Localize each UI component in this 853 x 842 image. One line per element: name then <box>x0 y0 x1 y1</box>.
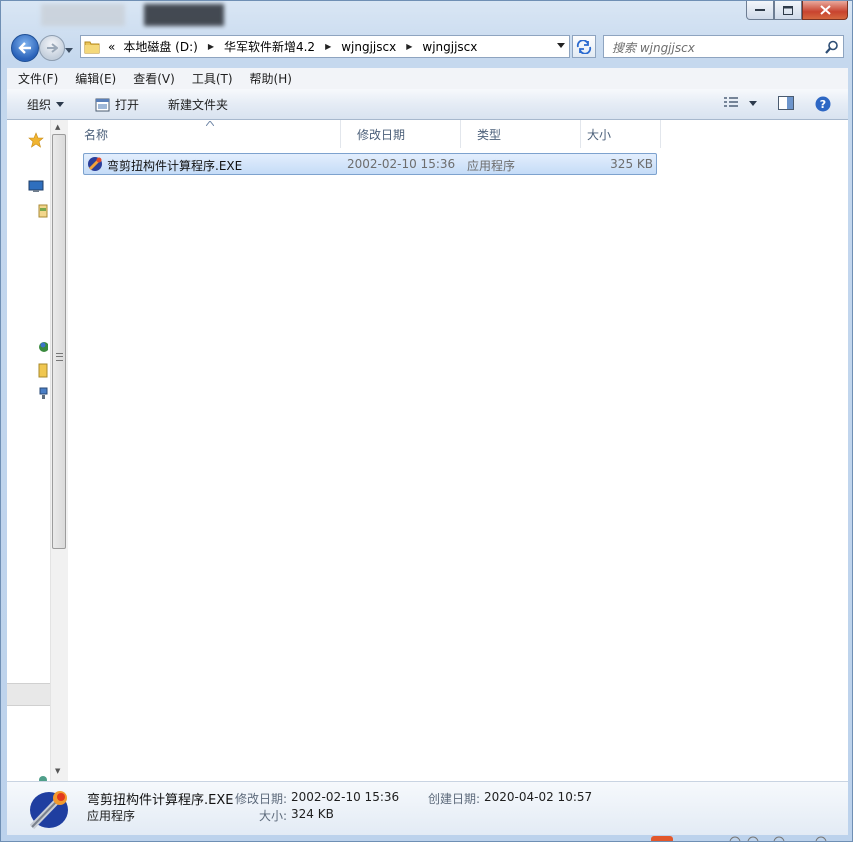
details-view-icon <box>724 97 738 107</box>
history-dropdown[interactable] <box>65 42 73 56</box>
forward-arrow-icon <box>47 43 58 53</box>
breadcrumb: « 本地磁盘 (D:) ▶ 华军软件新增4.2 ▶ wjngjjscx ▶ wj… <box>104 38 481 55</box>
content-area: ▲ ▼ 名称 修改日期 类型 大小 弯剪扭构件计算程序.EXE 2002-02-… <box>7 120 848 781</box>
column-header-label: 修改日期 <box>357 127 406 142</box>
menu-bar: 文件(F) 编辑(E) 查看(V) 工具(T) 帮助(H) <box>7 68 848 89</box>
network-icon[interactable] <box>38 386 48 400</box>
file-type: 应用程序 <box>467 159 516 173</box>
file-modified: 2002-02-10 15:36 <box>347 157 456 171</box>
open-icon <box>95 98 110 111</box>
help-button[interactable]: ? <box>815 96 831 112</box>
libraries-icon[interactable] <box>38 204 48 218</box>
column-header-label: 类型 <box>477 127 502 142</box>
desktop-icon[interactable] <box>28 180 44 193</box>
organize-button[interactable]: 组织 <box>27 96 65 113</box>
column-header-name[interactable]: 名称 <box>68 120 341 148</box>
menu-tools[interactable]: 工具(T) <box>181 70 239 87</box>
network-partial-icon <box>39 776 47 781</box>
homegroup-icon[interactable] <box>38 340 48 354</box>
navigation-bar: « 本地磁盘 (D:) ▶ 华军软件新增4.2 ▶ wjngjjscx ▶ wj… <box>1 32 852 64</box>
details-file-type: 应用程序 <box>87 809 136 823</box>
details-modified-value: 2002-02-10 15:36 <box>291 790 400 804</box>
column-header-label: 大小 <box>587 127 612 142</box>
preview-pane-button[interactable] <box>778 96 794 110</box>
menu-edit[interactable]: 编辑(E) <box>64 70 122 87</box>
details-created-value: 2020-04-02 10:57 <box>484 790 593 804</box>
new-folder-label: 新建文件夹 <box>168 98 229 112</box>
command-bar: 组织 打开 新建文件夹 ? <box>7 89 848 120</box>
breadcrumb-item[interactable]: 华军软件新增4.2 <box>220 38 319 55</box>
open-label: 打开 <box>115 98 140 112</box>
window-controls <box>746 1 848 20</box>
details-modified-label: 修改日期: <box>235 792 288 806</box>
nav-pane-horizontal-scrollbar[interactable] <box>7 683 50 706</box>
close-button[interactable] <box>802 1 848 20</box>
navigation-pane <box>7 120 56 781</box>
nav-pane-scrollbar[interactable]: ▲ ▼ <box>50 120 68 781</box>
search-box <box>603 35 844 58</box>
maximize-button[interactable] <box>774 1 802 20</box>
chevron-down-icon <box>749 101 757 106</box>
blurred-title-area <box>41 4 125 26</box>
breadcrumb-separator-icon[interactable]: ▶ <box>400 42 418 51</box>
preview-pane-icon <box>778 96 794 110</box>
organize-label: 组织 <box>27 98 52 112</box>
back-arrow-icon <box>18 42 31 54</box>
blurred-title-area <box>144 4 224 26</box>
background-bleed <box>651 836 827 841</box>
menu-help[interactable]: 帮助(H) <box>239 70 298 87</box>
table-row[interactable]: 弯剪扭构件计算程序.EXE 2002-02-10 15:36 应用程序 325 … <box>83 153 657 175</box>
details-file-name: 弯剪扭构件计算程序.EXE <box>87 793 234 808</box>
help-icon: ? <box>815 96 831 112</box>
file-list: 名称 修改日期 类型 大小 弯剪扭构件计算程序.EXE 2002-02-10 1… <box>68 120 848 781</box>
address-bar[interactable]: « 本地磁盘 (D:) ▶ 华军软件新增4.2 ▶ wjngjjscx ▶ wj… <box>80 35 570 58</box>
details-size-value: 324 KB <box>291 807 334 821</box>
column-header-modified[interactable]: 修改日期 <box>341 120 461 148</box>
file-size: 325 KB <box>610 157 653 171</box>
address-dropdown-icon[interactable] <box>557 43 565 48</box>
scrollbar-thumb[interactable] <box>52 134 66 549</box>
breadcrumb-separator-icon[interactable]: ▶ <box>319 42 337 51</box>
computer-icon[interactable] <box>38 363 48 378</box>
back-button[interactable] <box>11 34 39 62</box>
breadcrumb-item[interactable]: wjngjjscx <box>418 40 481 54</box>
details-size-label: 大小: <box>259 809 288 823</box>
details-pane: 弯剪扭构件计算程序.EXE 应用程序 修改日期: 2002-02-10 15:3… <box>7 781 848 835</box>
breadcrumb-item[interactable]: 本地磁盘 (D:) <box>119 38 201 55</box>
favorites-star-icon[interactable] <box>28 132 44 148</box>
scroll-down-arrow-icon[interactable]: ▼ <box>55 767 60 775</box>
column-header-type[interactable]: 类型 <box>461 120 581 148</box>
svg-text:?: ? <box>820 98 826 111</box>
application-icon <box>88 157 102 171</box>
menu-file[interactable]: 文件(F) <box>7 70 64 87</box>
open-button[interactable]: 打开 <box>95 96 139 113</box>
scroll-up-arrow-icon[interactable]: ▲ <box>55 123 60 131</box>
view-options-button[interactable] <box>723 96 739 108</box>
search-icon[interactable] <box>825 40 839 54</box>
refresh-button[interactable] <box>572 35 596 58</box>
chevron-down-icon <box>56 102 65 107</box>
refresh-icon <box>576 39 592 54</box>
view-dropdown[interactable] <box>749 101 757 106</box>
title-bar <box>1 1 852 31</box>
sort-ascending-icon <box>206 121 214 126</box>
minimize-button[interactable] <box>746 1 774 20</box>
new-folder-button[interactable]: 新建文件夹 <box>168 96 228 113</box>
file-name: 弯剪扭构件计算程序.EXE <box>107 159 243 173</box>
chevron-down-icon <box>65 48 73 53</box>
menu-view[interactable]: 查看(V) <box>122 70 181 87</box>
explorer-window: « 本地磁盘 (D:) ▶ 华军软件新增4.2 ▶ wjngjjscx ▶ wj… <box>0 0 853 842</box>
search-input[interactable] <box>610 37 814 58</box>
breadcrumb-separator-icon[interactable]: ▶ <box>202 42 220 51</box>
breadcrumb-overflow[interactable]: « <box>104 40 119 54</box>
folder-icon <box>84 41 100 54</box>
column-header-label: 名称 <box>84 127 109 142</box>
breadcrumb-item[interactable]: wjngjjscx <box>337 40 400 54</box>
column-header-size[interactable]: 大小 <box>581 120 661 148</box>
application-large-icon <box>29 791 68 830</box>
details-created-label: 创建日期: <box>428 792 481 806</box>
forward-button[interactable] <box>39 35 65 61</box>
